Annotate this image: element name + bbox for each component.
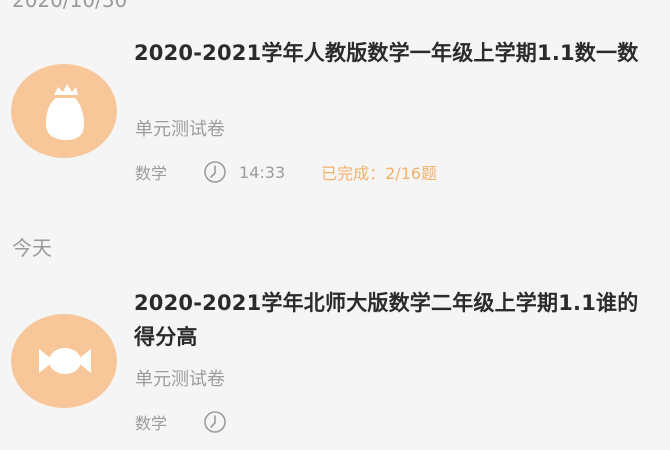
record-meta: 数学	[135, 410, 275, 434]
record-title[interactable]: 2020-2021学年北师大版数学二年级上学期1.1谁的得分高	[134, 286, 654, 354]
clock-icon	[204, 411, 226, 433]
clock-icon	[204, 161, 226, 183]
record-thumbnail	[11, 314, 117, 408]
date-header-top: 2020/10/30	[12, 0, 128, 12]
record-subtitle: 单元测试卷	[135, 369, 225, 390]
money-bag-icon	[46, 84, 84, 140]
subject-label: 数学	[135, 164, 168, 183]
candy-icon	[39, 348, 91, 374]
record-title[interactable]: 2020-2021学年人教版数学一年级上学期1.1数一数	[134, 36, 654, 70]
record-thumbnail	[11, 64, 117, 158]
time-label: 14:33	[239, 162, 286, 182]
progress-label: 已完成：2/16题	[321, 164, 438, 183]
subject-label: 数学	[135, 414, 168, 433]
record-item[interactable]: 2020-2021学年人教版数学一年级上学期1.1数一数 单元测试卷 数学 14…	[0, 30, 670, 200]
record-item[interactable]: 2020-2021学年北师大版数学二年级上学期1.1谁的得分高 单元测试卷 数学	[0, 280, 670, 450]
record-meta: 数学 14:33 已完成：2/16题	[135, 160, 437, 184]
record-subtitle: 单元测试卷	[135, 119, 225, 140]
date-header-today: 今天	[12, 236, 52, 260]
